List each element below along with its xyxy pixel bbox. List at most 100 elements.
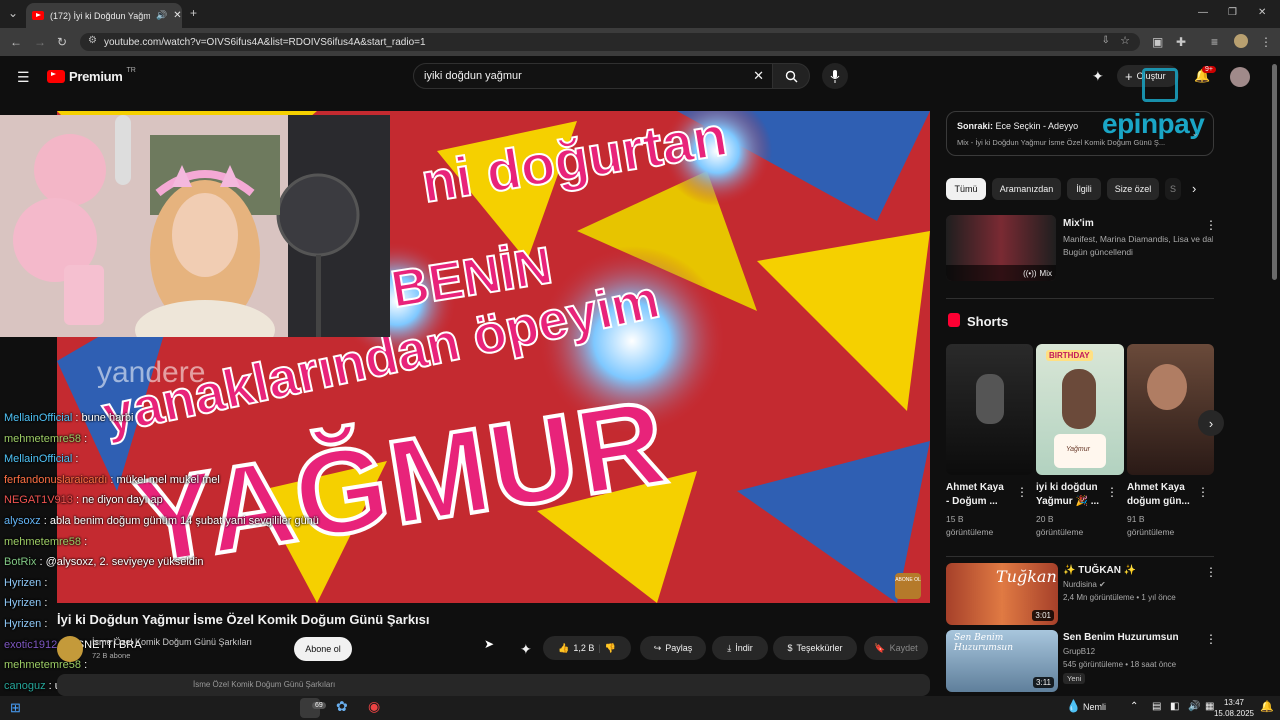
chat-username[interactable]: alysoxz	[4, 515, 41, 527]
short-title-3[interactable]: Ahmet Kaya doğum gün...	[1127, 481, 1190, 509]
chat-username[interactable]: Hyrizen	[4, 577, 41, 589]
next-subtitle: Mix - İyi ki Doğdun Yağmur İsme Özel Kom…	[957, 138, 1166, 147]
close-tab-icon[interactable]: ✕	[173, 10, 181, 21]
clear-search-icon[interactable]: ✕	[753, 68, 764, 84]
account-avatar[interactable]	[1230, 67, 1250, 87]
thumbs-down-icon[interactable]: 👎	[605, 643, 616, 654]
share-button[interactable]: ↪ Paylaş	[640, 636, 706, 660]
subscribe-button[interactable]: Abone ol	[294, 637, 352, 661]
short-more-icon-2[interactable]: ⋮	[1106, 485, 1118, 499]
thanks-icon: $	[787, 643, 793, 653]
chat-username[interactable]: Hyrizen	[4, 597, 41, 609]
restore-icon[interactable]: ❐	[1228, 6, 1237, 20]
shorts-next-button[interactable]: ›	[1198, 410, 1224, 436]
page-scrollbar[interactable]	[1272, 64, 1277, 280]
taskbar-app2-icon[interactable]: ✿	[336, 698, 348, 715]
search-button[interactable]	[772, 63, 810, 89]
chrome-menu-icon[interactable]: ⋮	[1260, 35, 1272, 49]
media-icon[interactable]: ≡	[1211, 35, 1218, 49]
short-thumb-3[interactable]	[1127, 344, 1214, 475]
video-channel-1: Nurdisina ✔	[1063, 580, 1106, 589]
short-views-1: 15 Bgörüntüleme	[946, 514, 994, 537]
save-button[interactable]: 🔖 Kaydet	[864, 636, 928, 660]
chat-username[interactable]: MellainOfficial	[4, 453, 72, 465]
ai-sparkle-icon[interactable]: ✦	[520, 641, 532, 658]
mix-more-icon[interactable]: ⋮	[1205, 218, 1217, 232]
tab-menu-icon[interactable]: ⌄	[8, 6, 18, 20]
taskbar-app3-icon[interactable]: ◉	[368, 698, 380, 715]
chat-username[interactable]: BotRix	[4, 556, 36, 568]
channel-avatar[interactable]	[57, 636, 83, 662]
description-box[interactable]: İsme Özel Komik Doğum Günü Şarkıları	[57, 674, 930, 696]
tab-title: (172) İyi ki Doğdun Yağmur	[50, 10, 150, 21]
forward-icon[interactable]: →	[34, 35, 46, 49]
chat-message: MellainOfficial : bune harbi	[4, 412, 133, 424]
thumb-text-2: Sen Benim Huzurumsun	[954, 633, 1014, 653]
reload-icon[interactable]: ↻	[57, 35, 67, 49]
video-thumb-1[interactable]: Tuğkan 3:01	[946, 563, 1058, 625]
url-field[interactable]: ⚙ youtube.com/watch?v=OIVS6ifus4A&list=R…	[80, 33, 1140, 51]
short-title-1[interactable]: Ahmet Kaya - Doğum ...	[946, 481, 1004, 509]
chat-username[interactable]: MellainOfficial	[4, 412, 72, 424]
chat-username[interactable]: ferfandonuslaraicardı	[4, 474, 107, 486]
short-more-icon-3[interactable]: ⋮	[1197, 485, 1209, 499]
hamburger-menu-icon[interactable]: ☰	[17, 69, 30, 86]
video-more-icon-2[interactable]: ⋮	[1205, 632, 1217, 646]
chat-username[interactable]: Hyrizen	[4, 618, 41, 630]
mix-title[interactable]: Mix'im	[1063, 218, 1094, 229]
windows-start-icon[interactable]: ⊞	[10, 700, 21, 716]
puzzle-icon[interactable]: ✚	[1176, 35, 1186, 49]
short-title-2[interactable]: iyi ki doğdun Yağmur 🎉 ...	[1036, 481, 1099, 509]
close-window-icon[interactable]: ✕	[1258, 6, 1266, 20]
chat-username[interactable]: mehmetemre58	[4, 536, 81, 548]
bookmark-star-icon[interactable]: ☆	[1120, 34, 1130, 47]
video-title-1[interactable]: ✨ TUĞKAN ✨	[1063, 565, 1136, 576]
video-more-icon-1[interactable]: ⋮	[1205, 565, 1217, 579]
mix-thumbnail[interactable]: ((•)) Mix	[946, 215, 1056, 281]
volume-icon[interactable]: 🔊	[1188, 701, 1200, 712]
download-button[interactable]: ⤓ İndir	[712, 636, 768, 660]
chip-related[interactable]: İlgili	[1067, 178, 1101, 200]
weather-label[interactable]: Nemli	[1083, 702, 1106, 712]
browser-tab[interactable]: (172) İyi ki Doğdun Yağmur 🔊 ✕	[26, 3, 182, 28]
profile-avatar[interactable]	[1234, 34, 1248, 48]
extension-icon[interactable]: ▣	[1152, 35, 1163, 49]
video-title-2[interactable]: Sen Benim Huzurumsun	[1063, 632, 1179, 643]
video-thumb-2[interactable]: Sen Benim Huzurumsun 3:11	[946, 630, 1058, 692]
new-tab-icon[interactable]: +	[190, 6, 197, 20]
chat-username[interactable]: canoguz	[4, 680, 46, 692]
chip-from-search[interactable]: Aramanızdan	[992, 178, 1061, 200]
thanks-button[interactable]: $ Teşekkürler	[773, 636, 857, 660]
clock[interactable]: 13:47 15.08.2025	[1213, 697, 1255, 719]
short-thumb-2[interactable]: BIRTHDAY Yağmur	[1036, 344, 1124, 475]
chevron-right-icon[interactable]: ›	[1192, 181, 1196, 196]
short-more-icon-1[interactable]: ⋮	[1016, 485, 1028, 499]
install-icon[interactable]: ⇩	[1102, 35, 1110, 46]
chip-more[interactable]: S	[1165, 178, 1181, 200]
youtube-premium-logo[interactable]: Premium TR	[47, 67, 136, 84]
back-icon[interactable]: ←	[10, 35, 22, 49]
cast-icon[interactable]: ✦	[1092, 68, 1104, 85]
speaker-icon[interactable]: 🔊	[156, 10, 167, 21]
minimize-icon[interactable]: —	[1198, 6, 1208, 20]
next-up-card[interactable]: Sonraki: Ece Seçkin - Adeyyo Mix - İyi k…	[946, 111, 1214, 156]
search-input[interactable]: iyiki doğdun yağmur ✕	[413, 63, 773, 89]
voice-search-button[interactable]	[822, 63, 848, 89]
like-button[interactable]: 👍 1,2 B	[558, 643, 594, 654]
chip-for-you[interactable]: Size özel	[1107, 178, 1159, 200]
tray-chevron-icon[interactable]: ⌃	[1130, 701, 1138, 712]
chat-message: NEGAT1V913 : ne diyon dayı ap	[4, 494, 163, 506]
chat-username[interactable]: mehmetemre58	[4, 433, 81, 445]
subscribe-corner-badge[interactable]: ABONE OL	[895, 573, 921, 599]
chat-username[interactable]: NEGAT1V913	[4, 494, 73, 506]
usb-icon[interactable]: ▤	[1152, 701, 1161, 712]
site-info-icon[interactable]: ⚙	[88, 35, 97, 46]
notification-center-icon[interactable]: 🔔	[1260, 700, 1274, 713]
video-meta-1: 2,4 Mn görüntüleme • 1 yıl önce	[1063, 593, 1176, 602]
chevron-down-icon[interactable]: ⌄	[1191, 128, 1199, 139]
short-thumb-1[interactable]	[946, 344, 1033, 475]
chat-username[interactable]: exotic1912	[4, 639, 57, 651]
chip-all[interactable]: Tümü	[946, 178, 986, 200]
network-icon[interactable]: ◧	[1170, 701, 1179, 712]
channel-name[interactable]: İsme Özel Komik Doğum Günü Şarkıları	[92, 637, 252, 647]
